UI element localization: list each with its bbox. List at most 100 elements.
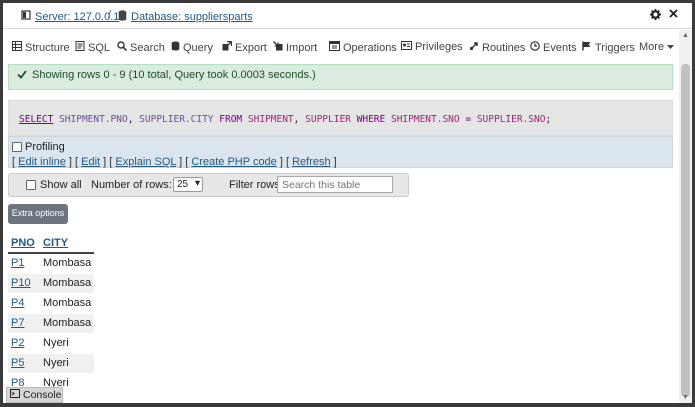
sql-operator: = [465, 114, 472, 125]
tab-triggers[interactable]: Triggers [582, 41, 635, 54]
console-toggle-button[interactable]: Console [6, 387, 63, 403]
results-table: PNO CITY P1 Mombasa P10 Mombasa P4 Momba… [8, 233, 95, 394]
sql-table: SHIPMENT [247, 114, 294, 125]
column-header-city[interactable]: CITY [40, 233, 95, 254]
table-row: P1 Mombasa [8, 253, 95, 274]
tab-sql-label: SQL [88, 41, 111, 54]
table-row: P4 Mombasa [8, 293, 95, 314]
sql-table: SUPPLIER [305, 114, 351, 125]
sql-comma: , [293, 114, 300, 125]
sql-keyword-select[interactable]: SELECT [19, 114, 53, 125]
structure-icon [12, 41, 22, 54]
tab-operations[interactable]: Operations [329, 41, 397, 54]
tab-routines-label: Routines [482, 41, 526, 54]
breadcrumb: Server: 127.0.0.1 / Database: suppliersp… [3, 3, 692, 29]
cell-city: Nyeri [40, 353, 95, 374]
breadcrumb-database-label[interactable]: Database: suppliersparts [131, 11, 253, 23]
tab-query[interactable]: Query [171, 41, 213, 54]
cell-pno[interactable]: P4 [8, 293, 40, 314]
refresh-link[interactable]: Refresh [292, 156, 331, 168]
cell-city: Mombasa [40, 273, 95, 294]
table-menu-tabs: Structure SQL Search Query Export Import… [3, 30, 679, 64]
success-message: Showing rows 0 - 9 (10 total, Query took… [8, 64, 673, 90]
scroll-up-arrow-icon[interactable]: ▲ [682, 32, 689, 39]
cell-pno[interactable]: P10 [8, 273, 40, 294]
tab-import[interactable]: Import [273, 41, 317, 54]
console-icon [10, 389, 20, 401]
show-all-label: Show all [40, 179, 82, 191]
cell-city: Mombasa [40, 253, 95, 274]
sql-comma: , [127, 114, 134, 125]
scroll-down-arrow-icon[interactable]: ▼ [682, 394, 689, 401]
tab-triggers-label: Triggers [595, 41, 635, 54]
privileges-icon [401, 41, 412, 53]
tab-export[interactable]: Export [222, 40, 267, 54]
profiling-label: Profiling [25, 141, 65, 153]
sql-keyword-where: WHERE [356, 114, 386, 125]
caret-down-icon [667, 41, 675, 53]
tab-more-label: More [639, 41, 665, 53]
filter-rows-input[interactable] [277, 176, 393, 193]
edit-link[interactable]: Edit [81, 156, 100, 168]
tab-structure[interactable]: Structure [12, 41, 70, 54]
edit-inline-link[interactable]: Edit inline [18, 156, 66, 168]
breadcrumb-separator: / [108, 9, 112, 21]
console-label: Console [23, 389, 62, 401]
phpmyadmin-window: Server: 127.0.0.1 / Database: suppliersp… [3, 3, 692, 403]
sql-query-display[interactable]: SELECT SHIPMENT.PNO, SUPPLIER.CITY FROM … [8, 100, 673, 136]
table-row: P5 Nyeri [8, 353, 95, 374]
table-header-row: PNO CITY [8, 233, 95, 254]
tab-export-label: Export [235, 41, 267, 54]
sql-options-bar: Profiling [ Edit inline ] [ Edit ] [ Exp… [8, 136, 673, 168]
sql-links: [ Edit inline ] [ Edit ] [ Explain SQL ]… [12, 156, 337, 168]
breadcrumb-server[interactable]: Server: 127.0.0.1 [21, 10, 119, 23]
main-content: Showing rows 0 - 9 (10 total, Query took… [3, 64, 679, 403]
breadcrumb-database[interactable]: Database: suppliersparts [118, 10, 253, 24]
navigation-bar: Show all Number of rows: 25 Filter rows: [8, 173, 409, 197]
column-header-pno[interactable]: PNO [8, 233, 40, 254]
tab-more[interactable]: More [639, 41, 675, 53]
show-all-checkbox[interactable] [26, 180, 36, 190]
cell-pno[interactable]: P5 [8, 353, 40, 374]
breadcrumb-server-label[interactable]: Server: 127.0.0.1 [35, 11, 119, 23]
sql-semicolon: ; [545, 114, 552, 125]
extra-options-button[interactable]: Extra options [8, 204, 68, 224]
table-row: P10 Mombasa [8, 273, 95, 294]
server-icon [21, 10, 31, 23]
scrollbar-thumb[interactable] [681, 64, 690, 397]
close-icon[interactable] [669, 9, 678, 23]
checkmark-icon [17, 69, 27, 89]
table-row: P2 Nyeri [8, 333, 95, 354]
rows-per-page-select[interactable]: 25 [173, 177, 203, 192]
cell-pno[interactable]: P7 [8, 313, 40, 334]
table-row: P7 Mombasa [8, 313, 95, 334]
show-all-toggle[interactable]: Show all [26, 179, 82, 191]
settings-gear-icon[interactable] [650, 9, 661, 23]
profiling-checkbox[interactable] [12, 142, 22, 152]
tab-privileges-label: Privileges [415, 41, 463, 53]
sql-column: SHIPMENT.PNO [59, 114, 128, 125]
cell-pno[interactable]: P1 [8, 253, 40, 274]
success-message-text: Showing rows 0 - 9 (10 total, Query took… [32, 69, 316, 81]
sql-icon [75, 41, 85, 54]
query-icon [171, 41, 180, 54]
search-icon [117, 41, 128, 54]
tab-operations-label: Operations [343, 41, 397, 54]
vertical-scrollbar[interactable]: ▲ ▼ [679, 30, 692, 403]
tab-query-label: Query [183, 41, 213, 54]
tab-routines[interactable]: Routines [469, 41, 525, 54]
cell-pno[interactable]: P2 [8, 333, 40, 354]
rows-label: Number of rows: [91, 179, 172, 191]
operations-icon [329, 41, 340, 54]
explain-sql-link[interactable]: Explain SQL [115, 156, 176, 168]
database-icon [118, 10, 127, 24]
sql-column: SUPPLIER.CITY [139, 114, 214, 125]
tab-search-label: Search [130, 41, 165, 54]
tab-events[interactable]: Events [530, 41, 577, 54]
tab-sql[interactable]: SQL [75, 41, 110, 54]
create-php-code-link[interactable]: Create PHP code [191, 156, 276, 168]
tab-search[interactable]: Search [117, 41, 165, 54]
import-icon [273, 41, 283, 54]
tab-privileges[interactable]: Privileges [401, 41, 463, 53]
sql-column: SHIPMENT.SNO [390, 114, 460, 125]
